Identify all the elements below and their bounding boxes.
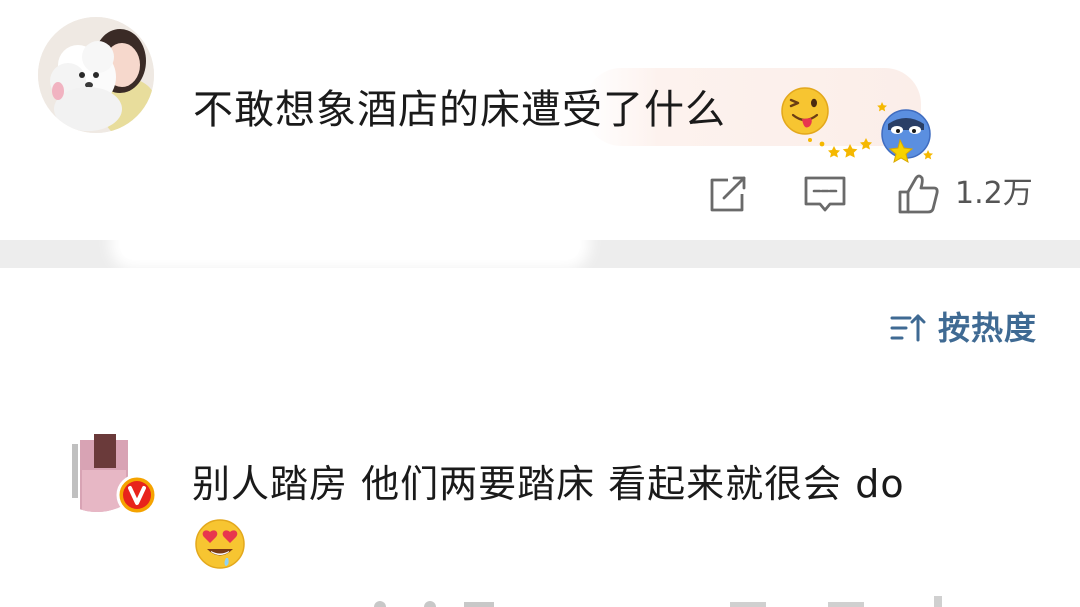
post-author-avatar[interactable] (38, 17, 154, 133)
like-button[interactable] (896, 172, 942, 216)
like-count: 1.2万 (955, 176, 1033, 211)
sort-label: 按热度 (938, 309, 1038, 347)
divider-smudge (120, 226, 580, 260)
sort-by-hot-button[interactable]: 按热度 (890, 306, 1037, 350)
post-text: 不敢想象酒店的床遭受了什么 (193, 87, 726, 133)
sort-lines-arrow-icon (890, 314, 926, 342)
share-edit-icon (710, 176, 746, 212)
comment-bubble-icon (804, 176, 846, 212)
verified-v-badge-icon (116, 474, 158, 516)
comment-button[interactable] (800, 172, 850, 216)
share-button[interactable] (704, 172, 752, 216)
bubble-mascot-stars-icon (808, 102, 933, 164)
avatar-photo-icon (38, 17, 154, 133)
heart-eyes-drooling-emoji-icon (195, 519, 245, 569)
comment-thread-page: 不敢想象酒店的床遭受了什么 1.2万 按热度 别人踏房 他们两要踏床 看起来就很… (0, 0, 1080, 607)
comment-text: 别人踏房 他们两要踏床 看起来就很会 do (192, 462, 905, 506)
next-comment-actions-partial (374, 596, 942, 607)
thumbs-up-icon (898, 174, 939, 214)
